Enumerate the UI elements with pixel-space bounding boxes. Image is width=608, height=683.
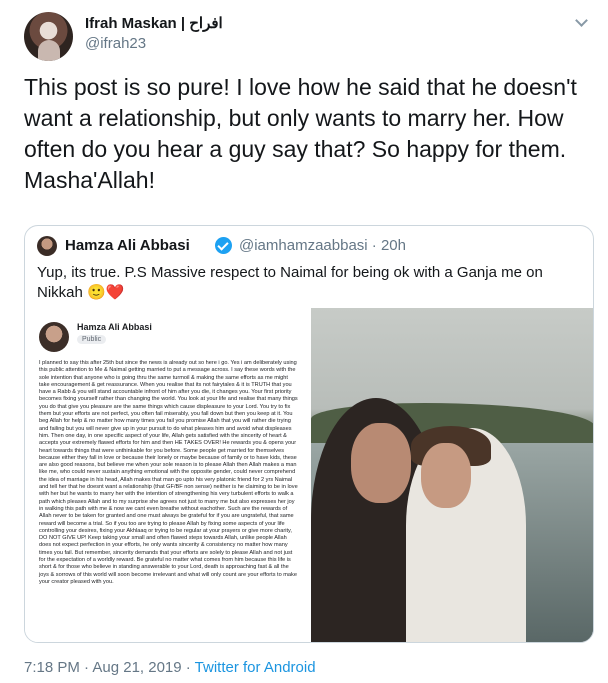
post-visibility-badge: Public — [77, 335, 107, 344]
quoted-author-name: Hamza Ali Abbasi — [65, 237, 190, 254]
facebook-post-screenshot[interactable]: Hamza Ali Abbasi Public I planned to say… — [25, 308, 311, 642]
tweet-source-link[interactable]: Twitter for Android — [195, 659, 316, 676]
quoted-author-handle: @iamhamzaabbasi — [239, 237, 368, 254]
quoted-author-avatar — [37, 236, 57, 256]
photo-face-left — [351, 423, 411, 503]
couple-photo[interactable] — [311, 308, 593, 642]
author-display-name[interactable]: Ifrah Maskan | افراح — [85, 14, 223, 32]
quoted-tweet[interactable]: Hamza Ali Abbasi @iamhamzaabbasi · 20h Y… — [24, 225, 594, 643]
photo-face-right — [421, 443, 471, 508]
tweet-timestamp[interactable]: 7:18 PM · Aug 21, 2019 · — [24, 659, 195, 676]
author-handle[interactable]: @ifrah23 — [85, 35, 146, 52]
quoted-tweet-time: 20h — [380, 237, 406, 254]
tweet-footer: 7:18 PM · Aug 21, 2019 · Twitter for And… — [24, 659, 316, 676]
verified-badge-icon — [215, 237, 232, 254]
tweet-text: This post is so pure! I love how he said… — [24, 74, 577, 193]
quoted-tweet-text: Yup, its true. P.S Massive respect to Na… — [37, 264, 543, 301]
post-author-name: Hamza Ali Abbasi — [77, 322, 152, 332]
post-avatar — [39, 322, 69, 352]
tweet-header: Ifrah Maskan | افراح @ifrah23 — [24, 10, 594, 66]
post-body-text: I planned to say this after 25th but sin… — [39, 360, 298, 585]
chevron-down-icon[interactable] — [574, 14, 590, 30]
author-avatar[interactable] — [24, 12, 73, 61]
quoted-author-handle-time: @iamhamzaabbasi · 20h — [239, 237, 406, 254]
quoted-media: Hamza Ali Abbasi Public I planned to say… — [25, 308, 593, 642]
